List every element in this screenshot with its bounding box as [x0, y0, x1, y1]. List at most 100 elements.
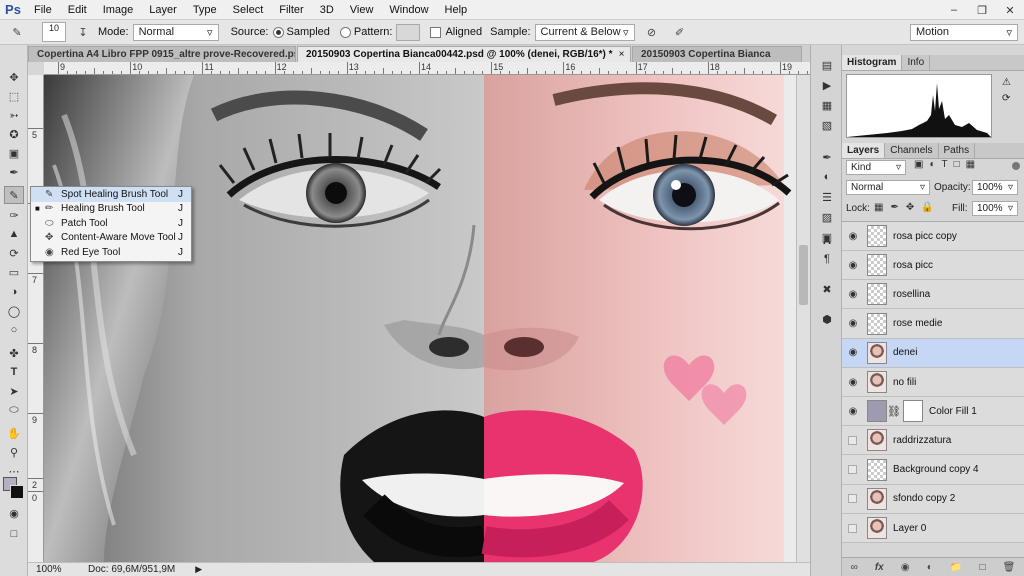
filter-smart-icon[interactable]: ▦	[966, 159, 975, 170]
menu-3d[interactable]: 3D	[312, 0, 342, 20]
move-tool-icon[interactable]: ✥	[4, 68, 24, 86]
filter-type-icon[interactable]: T	[942, 159, 948, 170]
status-arrow-icon[interactable]: ▶	[195, 564, 202, 575]
pressure-size-icon[interactable]: ✐	[671, 23, 689, 41]
add-mask-icon[interactable]: ◉	[901, 562, 910, 573]
scrollbar-thumb[interactable]	[799, 245, 808, 305]
filter-kind-select[interactable]: Kind ▿	[846, 160, 906, 175]
properties-panel-icon[interactable]: ☰	[818, 189, 836, 205]
clone-stamp-tool-icon[interactable]: ▲	[4, 225, 24, 243]
mode-select[interactable]: Normal ▿	[132, 23, 219, 41]
actions-panel-icon[interactable]: ▶	[818, 77, 836, 93]
workspace-select[interactable]: Motion ▿	[910, 23, 1018, 41]
tab-info[interactable]: Info	[902, 55, 931, 70]
layer-row[interactable]: raddrizzatura	[842, 426, 1024, 456]
eye-icon[interactable]: ◉	[845, 374, 861, 390]
close-button[interactable]: ✕	[996, 1, 1024, 19]
layer-row[interactable]: ◉ rose medie	[842, 310, 1024, 339]
layer-row[interactable]: ◉ denei	[842, 338, 1024, 368]
brush-panel-icon[interactable]: ✒	[818, 149, 836, 165]
flyout-item-patch-tool[interactable]: ⬭ Patch Tool J	[31, 216, 191, 231]
pattern-picker[interactable]	[396, 23, 421, 41]
tool-preset-icon[interactable]: ✎	[8, 23, 26, 41]
tab-histogram[interactable]: Histogram	[842, 55, 903, 70]
spot-healing-tool-icon[interactable]: ✎	[4, 186, 24, 204]
fill-field[interactable]: 100% ▿	[972, 201, 1018, 216]
tools-panel-icon[interactable]: ✖	[818, 281, 836, 297]
menu-edit[interactable]: Edit	[60, 0, 95, 20]
new-group-icon[interactable]: 📁	[950, 562, 962, 573]
marquee-tool-icon[interactable]: ⬚	[4, 87, 24, 105]
layer-row[interactable]: Background copy 4	[842, 456, 1024, 485]
source-sampled-radio[interactable]	[272, 26, 284, 38]
background-color-swatch[interactable]	[10, 485, 24, 499]
eye-icon[interactable]: ◉	[845, 228, 861, 244]
layer-style-icon[interactable]: fx	[875, 562, 884, 573]
visibility-toggle[interactable]	[848, 465, 857, 475]
menu-layer[interactable]: Layer	[141, 0, 185, 20]
document-canvas[interactable]	[44, 75, 796, 562]
zoom-tool-icon[interactable]: ⚲	[4, 443, 24, 461]
filter-toggle[interactable]	[1012, 162, 1020, 170]
layer-row[interactable]: Layer 0	[842, 514, 1024, 543]
adjustments-panel-icon[interactable]: ◐	[818, 169, 836, 185]
menu-select[interactable]: Select	[225, 0, 272, 20]
styles-panel-icon[interactable]: ▧	[818, 117, 836, 133]
layer-row[interactable]: ◉ no fili	[842, 368, 1024, 397]
history-brush-tool-icon[interactable]: ⟳	[4, 244, 24, 262]
minimize-button[interactable]: –	[940, 1, 968, 19]
eye-icon[interactable]: ◉	[845, 316, 861, 332]
flyout-item-healing-brush-tool[interactable]: ■ ✏ Healing Brush Tool J	[31, 202, 191, 217]
restore-button[interactable]: ❐	[968, 1, 996, 19]
eye-icon[interactable]: ◉	[845, 403, 861, 419]
flyout-item-content-aware-move-tool[interactable]: ✥ Content-Aware Move Tool J	[31, 231, 191, 246]
new-layer-icon[interactable]: □	[979, 562, 985, 573]
history-panel-icon[interactable]: ▤	[818, 57, 836, 73]
3d-panel-icon[interactable]: ⬢	[818, 311, 836, 327]
clone-source-panel-icon[interactable]: ▨	[818, 209, 836, 225]
canvas-scrollbar[interactable]	[796, 75, 810, 562]
screen-mode-icon[interactable]: □	[4, 525, 24, 543]
tab-paths[interactable]: Paths	[939, 143, 976, 158]
menu-image[interactable]: Image	[95, 0, 142, 20]
pen-tool-icon[interactable]: ✤	[4, 344, 24, 362]
source-pattern-radio[interactable]	[339, 26, 351, 38]
flyout-item-spot-healing-brush-tool[interactable]: ✎ Spot Healing Brush Tool J	[31, 187, 191, 202]
menu-file[interactable]: File	[26, 0, 60, 20]
menu-filter[interactable]: Filter	[271, 0, 311, 20]
path-selection-tool-icon[interactable]: ➤	[4, 382, 24, 400]
quick-mask-icon[interactable]: ◉	[4, 504, 24, 522]
paint-bucket-tool-icon[interactable]: ◑	[4, 283, 24, 301]
character-panel-icon[interactable]: A	[818, 233, 836, 249]
menu-type[interactable]: Type	[185, 0, 225, 20]
tab-channels[interactable]: Channels	[885, 143, 939, 158]
layer-row[interactable]: ◉ rosellina	[842, 280, 1024, 310]
lock-paint-icon[interactable]: ✒	[890, 202, 898, 213]
filter-shape-icon[interactable]: □	[954, 159, 960, 170]
paragraph-panel-icon[interactable]: ¶	[818, 251, 836, 267]
layer-row[interactable]: sfondo copy 2	[842, 485, 1024, 514]
menu-view[interactable]: View	[342, 0, 382, 20]
brush-size-picker[interactable]: 10	[42, 22, 66, 42]
swatches-panel-icon[interactable]: ▦	[818, 97, 836, 113]
eye-icon[interactable]: ◉	[845, 345, 861, 361]
refresh-icon[interactable]: ⟳	[1002, 93, 1010, 104]
opacity-field[interactable]: 100% ▿	[972, 180, 1018, 195]
lock-move-icon[interactable]: ✥	[906, 202, 914, 213]
aligned-checkbox[interactable]	[430, 26, 442, 38]
zoom-level[interactable]: 100%	[36, 564, 76, 575]
quick-selection-tool-icon[interactable]: ✪	[4, 125, 24, 143]
link-layers-icon[interactable]: ∞	[851, 562, 858, 573]
hand-tool-icon[interactable]: ✋	[4, 424, 24, 442]
ellipse-tool-icon[interactable]: ⬭	[4, 401, 24, 419]
filter-pixel-icon[interactable]: ▣	[914, 159, 923, 170]
close-tab-icon[interactable]: ×	[619, 49, 625, 60]
eye-icon[interactable]: ◉	[845, 257, 861, 273]
document-tab[interactable]: 20150903 Copertina Bianca	[632, 46, 802, 62]
visibility-toggle[interactable]	[848, 523, 857, 533]
sample-select[interactable]: Current & Below ▿	[534, 23, 635, 41]
lock-all-icon[interactable]: 🔒	[921, 202, 933, 213]
flyout-item-red-eye-tool[interactable]: ◉ Red Eye Tool J	[31, 245, 191, 260]
visibility-toggle[interactable]	[848, 435, 857, 445]
filter-adjust-icon[interactable]: ◐	[929, 159, 935, 170]
